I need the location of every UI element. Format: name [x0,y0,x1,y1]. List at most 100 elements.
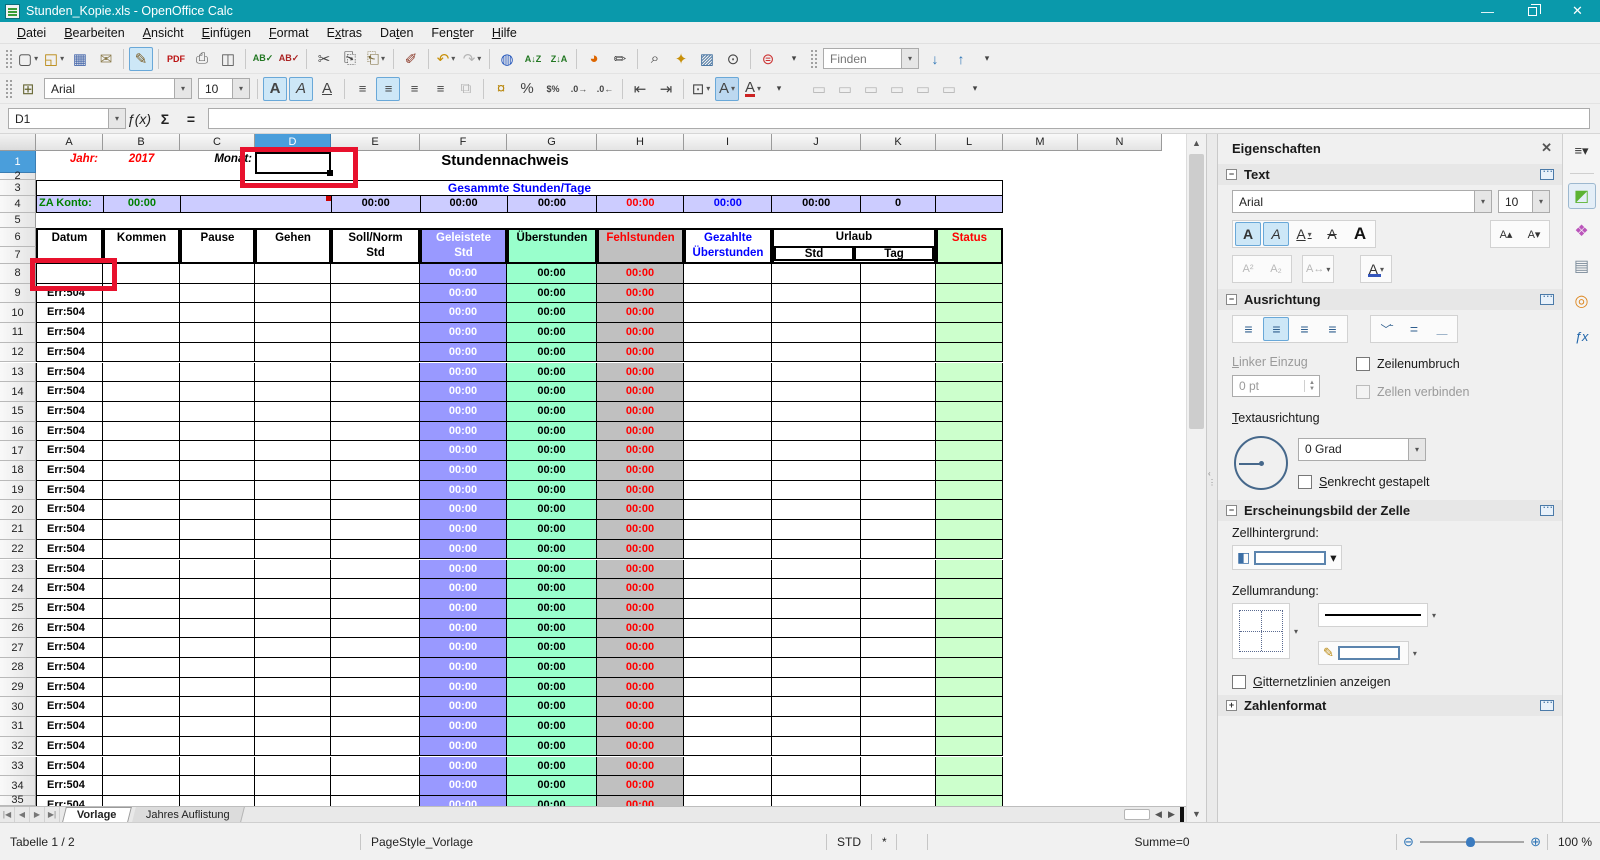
cell-G24[interactable]: 00:00 [507,579,597,599]
cell-C24[interactable] [180,579,255,599]
cell-E25[interactable] [331,599,420,619]
row-header-27[interactable]: 27 [0,638,36,658]
header-ueberstunden[interactable]: Überstunden [507,228,597,264]
cell-F11[interactable]: 00:00 [420,323,507,343]
row-header-34[interactable]: 34 [0,776,36,796]
cell-C20[interactable] [180,500,255,520]
cell-B13[interactable] [103,363,180,383]
cell-K12[interactable] [861,343,936,363]
cell-K15[interactable] [861,402,936,422]
cell-F19[interactable]: 00:00 [420,481,507,501]
cell-K26[interactable] [861,619,936,639]
undo-button[interactable]: ↶▾ [434,47,458,71]
cell-G34[interactable]: 00:00 [507,776,597,796]
cell-D22[interactable] [255,540,331,560]
cell-L27[interactable] [936,638,1003,658]
cell-A27[interactable]: Err:504 [36,638,103,658]
cell-J24[interactable] [772,579,861,599]
tab-styles-icon[interactable]: ❖ [1568,218,1596,244]
cell-J16[interactable] [772,422,861,442]
navigator-button[interactable]: ✦ [669,47,693,71]
cell-I9[interactable] [684,284,772,304]
cell-E8[interactable] [331,264,420,284]
copy-button[interactable]: ⎘ [338,47,362,71]
row-header-28[interactable]: 28 [0,658,36,678]
cell-F25[interactable]: 00:00 [420,599,507,619]
row-header-22[interactable]: 22 [0,540,36,560]
dropdown-icon[interactable]: ▾ [731,84,735,93]
cell-A11[interactable]: Err:504 [36,323,103,343]
menu-daten[interactable]: Daten [371,24,422,42]
tab-functions-fx-icon[interactable]: ƒx [1568,323,1596,349]
cell-G4[interactable]: 00:00 [507,196,597,212]
cell-E9[interactable] [331,284,420,304]
paste-button[interactable]: ⎗▾ [364,47,388,71]
cell-J14[interactable] [772,382,861,402]
currency-format-button[interactable]: ¤ [489,77,513,101]
name-box-dropdown-icon[interactable]: ▾ [108,109,125,128]
cell-E27[interactable] [331,638,420,658]
cell-C26[interactable] [180,619,255,639]
header-urlaub-std[interactable]: Std [774,246,854,261]
cell-H20[interactable]: 00:00 [597,500,684,520]
cell-D18[interactable] [255,461,331,481]
dropdown-icon[interactable]: ▾ [706,84,710,93]
cell-C14[interactable] [180,382,255,402]
cell-B33[interactable] [103,757,180,777]
edit-mode-button[interactable]: ✎ [129,47,153,71]
dropdown-icon[interactable]: ▾ [1326,265,1330,274]
tab-gallery-icon[interactable]: ▤ [1568,253,1596,279]
cell-D31[interactable] [255,717,331,737]
cell-D27[interactable] [255,638,331,658]
cell-G15[interactable]: 00:00 [507,402,597,422]
cell-I11[interactable] [684,323,772,343]
collapse-icon[interactable]: − [1226,169,1237,180]
sidebar-font-name-combo[interactable]: Arial ▾ [1232,190,1492,213]
row-header-24[interactable]: 24 [0,579,36,599]
cell-K27[interactable] [861,638,936,658]
cell-E11[interactable] [331,323,420,343]
cell-background-color-button[interactable]: ◧ ▾ [1232,545,1342,570]
zoom-out-button[interactable]: ⊖ [1403,834,1414,850]
object-toolbar-overflow-button[interactable]: ▾ [963,77,987,101]
cell-G19[interactable]: 00:00 [507,481,597,501]
cell-E22[interactable] [331,540,420,560]
cell-C33[interactable] [180,757,255,777]
cell-H29[interactable]: 00:00 [597,678,684,698]
zoom-button[interactable]: ⊙ [721,47,745,71]
cell-A21[interactable]: Err:504 [36,520,103,540]
header-geleistete-std[interactable]: GeleisteteStd [420,228,507,264]
page-preview-button[interactable]: ◫ [216,47,240,71]
cell-I15[interactable] [684,402,772,422]
find-input[interactable]: Finden ▾ [823,48,919,69]
cell-L24[interactable] [936,579,1003,599]
text-dialog-launcher-icon[interactable] [1540,169,1554,180]
add-decimal-button[interactable]: .0→ [567,77,591,101]
cell-J31[interactable] [772,717,861,737]
cell-F27[interactable]: 00:00 [420,638,507,658]
cell-G20[interactable]: 00:00 [507,500,597,520]
row-header-21[interactable]: 21 [0,520,36,540]
delete-decimal-button[interactable]: .0← [593,77,617,101]
cell-D8[interactable] [255,264,331,284]
cell-I32[interactable] [684,737,772,757]
cell-D10[interactable] [255,303,331,323]
column-header-I[interactable]: I [684,134,772,151]
cell-L17[interactable] [936,441,1003,461]
cell-H9[interactable]: 00:00 [597,284,684,304]
cell-C8[interactable] [180,264,255,284]
cell-A12[interactable]: Err:504 [36,343,103,363]
draw-functions-button[interactable]: ✏ [608,47,632,71]
cell-G21[interactable]: 00:00 [507,520,597,540]
cell-L8[interactable] [936,264,1003,284]
function-wizard-button[interactable]: ƒ(x) [126,111,152,127]
row-header-25[interactable]: 25 [0,599,36,619]
cell-G33[interactable]: 00:00 [507,757,597,777]
header-fehlstunden[interactable]: Fehlstunden [597,228,684,264]
cell-F33[interactable]: 00:00 [420,757,507,777]
menu-einfgen[interactable]: Einfügen [193,24,260,42]
expand-icon[interactable]: + [1226,700,1237,711]
sidebar-align-justify-button[interactable]: ≡ [1319,317,1345,341]
cut-button[interactable]: ✂ [312,47,336,71]
row-header-23[interactable]: 23 [0,560,36,580]
